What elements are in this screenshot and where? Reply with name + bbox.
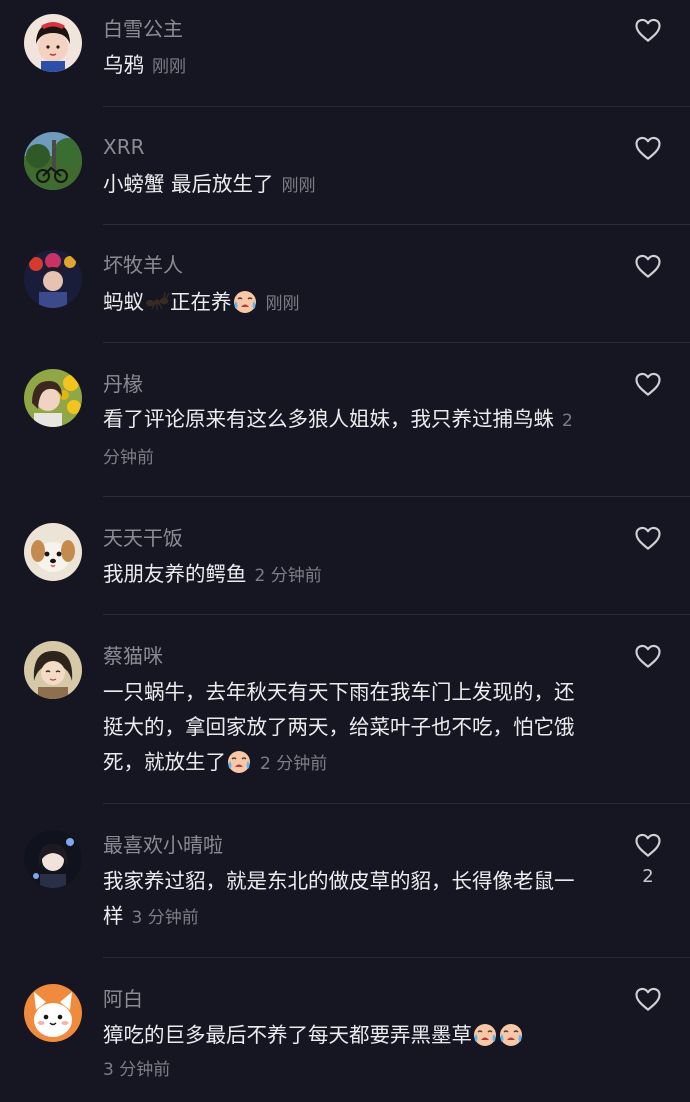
heart-outline-icon xyxy=(635,372,661,396)
username[interactable]: 丹椽 xyxy=(103,370,143,398)
comment-text-content: 一只蜗牛，去年秋天有天下雨在我车门上发现的，还挺大的，拿回家放了两天，给菜叶子也… xyxy=(103,680,575,774)
like-button[interactable] xyxy=(633,251,663,281)
avatar[interactable] xyxy=(24,132,82,190)
like-button[interactable] xyxy=(633,369,663,399)
username[interactable]: 白雪公主 xyxy=(103,15,183,43)
comment-text-content: 獐吃的巨多最后不养了每天都要弄黑墨草 xyxy=(103,1023,472,1047)
heart-outline-icon xyxy=(635,644,661,668)
crying-face-emoji xyxy=(226,748,252,774)
avatar[interactable] xyxy=(24,641,82,699)
comment-text: 看了评论原来有这么多狼人姐妹，我只养过捕鸟蛛 2 分钟前 xyxy=(103,402,593,476)
comment-time: 刚刚 xyxy=(265,294,300,314)
comment-time: 刚刚 xyxy=(281,176,316,196)
comment-text-content: 小螃蟹 最后放生了 xyxy=(103,172,274,196)
comment-item: 坏牧羊人 蚂蚁 正在养 刚刚 xyxy=(0,225,690,343)
comment-text: 蚂蚁 正在养 刚刚 xyxy=(103,285,603,322)
comment-text: 獐吃的巨多最后不养了每天都要弄黑墨草 3 分钟前 xyxy=(103,1018,603,1088)
like-button[interactable] xyxy=(633,830,663,860)
comment-item: 天天干饭 我朋友养的鳄鱼 2 分钟前 xyxy=(0,497,690,615)
heart-outline-icon xyxy=(635,526,661,550)
comment-text: 一只蜗牛，去年秋天有天下雨在我车门上发现的，还挺大的，拿回家放了两天，给菜叶子也… xyxy=(103,675,593,782)
comment-item: 蔡猫咪 一只蜗牛，去年秋天有天下雨在我车门上发现的，还挺大的，拿回家放了两天，给… xyxy=(0,615,690,804)
crying-face-emoji xyxy=(498,1021,524,1047)
like-count: 2 xyxy=(642,866,654,887)
avatar[interactable] xyxy=(24,14,82,72)
username[interactable]: 坏牧羊人 xyxy=(103,251,183,279)
comment-text-content: 我朋友养的鳄鱼 xyxy=(103,562,247,586)
comment-item: XRR 小螃蟹 最后放生了 刚刚 xyxy=(0,107,690,225)
comment-text: 我家养过貂，就是东北的做皮草的貂，长得像老鼠一样 3 分钟前 xyxy=(103,864,593,936)
comment-time: 2 分钟前 xyxy=(260,754,328,774)
ant-emoji xyxy=(144,288,170,314)
comment-time: 3 分钟前 xyxy=(131,908,199,928)
avatar[interactable] xyxy=(24,250,82,308)
comment-text: 小螃蟹 最后放生了 刚刚 xyxy=(103,167,603,204)
heart-outline-icon xyxy=(635,136,661,160)
comment-text-content: 看了评论原来有这么多狼人姐妹，我只养过捕鸟蛛 xyxy=(103,407,554,431)
comment-item: 白雪公主 乌鸦 刚刚 xyxy=(0,0,690,107)
avatar[interactable] xyxy=(24,984,82,1042)
comment-time: 3 分钟前 xyxy=(103,1060,171,1080)
avatar[interactable] xyxy=(24,369,82,427)
heart-outline-icon xyxy=(635,987,661,1011)
username[interactable]: 天天干饭 xyxy=(103,524,183,552)
avatar[interactable] xyxy=(24,523,82,581)
comment-text-content: 蚂蚁 xyxy=(103,290,144,314)
username[interactable]: 阿白 xyxy=(103,985,143,1013)
comment-time: 2 分钟前 xyxy=(254,566,322,586)
avatar[interactable] xyxy=(24,830,82,888)
comment-item: 最喜欢小晴啦 我家养过貂，就是东北的做皮草的貂，长得像老鼠一样 3 分钟前 2 xyxy=(0,804,690,958)
comment-list: 白雪公主 乌鸦 刚刚 XRR 小螃蟹 最后放生了 刚刚 坏牧羊人 蚂蚁 正在养 … xyxy=(0,0,690,1102)
username[interactable]: XRR xyxy=(103,133,145,161)
like-button[interactable] xyxy=(633,133,663,163)
username[interactable]: 蔡猫咪 xyxy=(103,642,163,670)
comment-text-content-2: 正在养 xyxy=(170,290,232,314)
comment-text: 乌鸦 刚刚 xyxy=(103,48,603,85)
crying-face-emoji xyxy=(472,1021,498,1047)
like-button[interactable] xyxy=(633,984,663,1014)
like-button[interactable] xyxy=(633,641,663,671)
heart-outline-icon xyxy=(635,18,661,42)
heart-outline-icon xyxy=(635,254,661,278)
comment-item: 丹椽 看了评论原来有这么多狼人姐妹，我只养过捕鸟蛛 2 分钟前 xyxy=(0,343,690,497)
username[interactable]: 最喜欢小晴啦 xyxy=(103,831,223,859)
comment-time: 刚刚 xyxy=(152,57,186,77)
comment-text: 我朋友养的鳄鱼 2 分钟前 xyxy=(103,557,603,594)
heart-outline-icon xyxy=(635,833,661,857)
comment-text-content: 乌鸦 xyxy=(103,53,144,77)
comment-item: 阿白 獐吃的巨多最后不养了每天都要弄黑墨草 3 分钟前 xyxy=(0,958,690,1102)
like-button[interactable] xyxy=(633,15,663,45)
like-button[interactable] xyxy=(633,523,663,553)
crying-face-emoji xyxy=(232,288,258,314)
